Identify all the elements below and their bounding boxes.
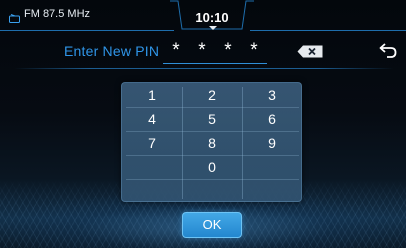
radio-icon (9, 10, 20, 23)
pin-screen: FM 87.5 MHz 10:10 Enter New PIN * * * * (0, 0, 406, 248)
key-8[interactable]: 8 (182, 131, 242, 155)
key-1[interactable]: 1 (122, 83, 182, 107)
pin-digit-2: * (198, 40, 206, 61)
radio-station-label: FM 87.5 MHz (24, 8, 91, 20)
status-bar: FM 87.5 MHz 10:10 (0, 0, 406, 32)
ok-button[interactable]: OK (182, 212, 242, 238)
key-9[interactable]: 9 (242, 131, 302, 155)
key-6[interactable]: 6 (242, 107, 302, 131)
header-line-left (0, 30, 174, 31)
pin-digit-1: * (172, 40, 180, 61)
back-arrow-icon[interactable] (379, 42, 397, 59)
radio-status[interactable]: FM 87.5 MHz (9, 8, 91, 23)
key-0[interactable]: 0 (182, 155, 242, 179)
keypad-divider (126, 179, 299, 180)
divider (14, 68, 394, 69)
clock-tab: 10:10 (170, 0, 254, 30)
pin-digit-3: * (224, 40, 232, 61)
key-4[interactable]: 4 (122, 107, 182, 131)
pin-label: Enter New PIN (64, 43, 160, 59)
pin-digit-4: * (250, 40, 258, 61)
pin-underline (163, 63, 267, 64)
keypad: 1 2 3 4 5 6 7 8 9 0 (121, 82, 302, 202)
dropdown-caret-icon[interactable] (209, 26, 217, 30)
key-5[interactable]: 5 (182, 107, 242, 131)
key-2[interactable]: 2 (182, 83, 242, 107)
header-line-right (250, 30, 406, 31)
key-7[interactable]: 7 (122, 131, 182, 155)
key-3[interactable]: 3 (242, 83, 302, 107)
backspace-icon[interactable] (297, 45, 323, 58)
clock: 10:10 (195, 10, 229, 25)
